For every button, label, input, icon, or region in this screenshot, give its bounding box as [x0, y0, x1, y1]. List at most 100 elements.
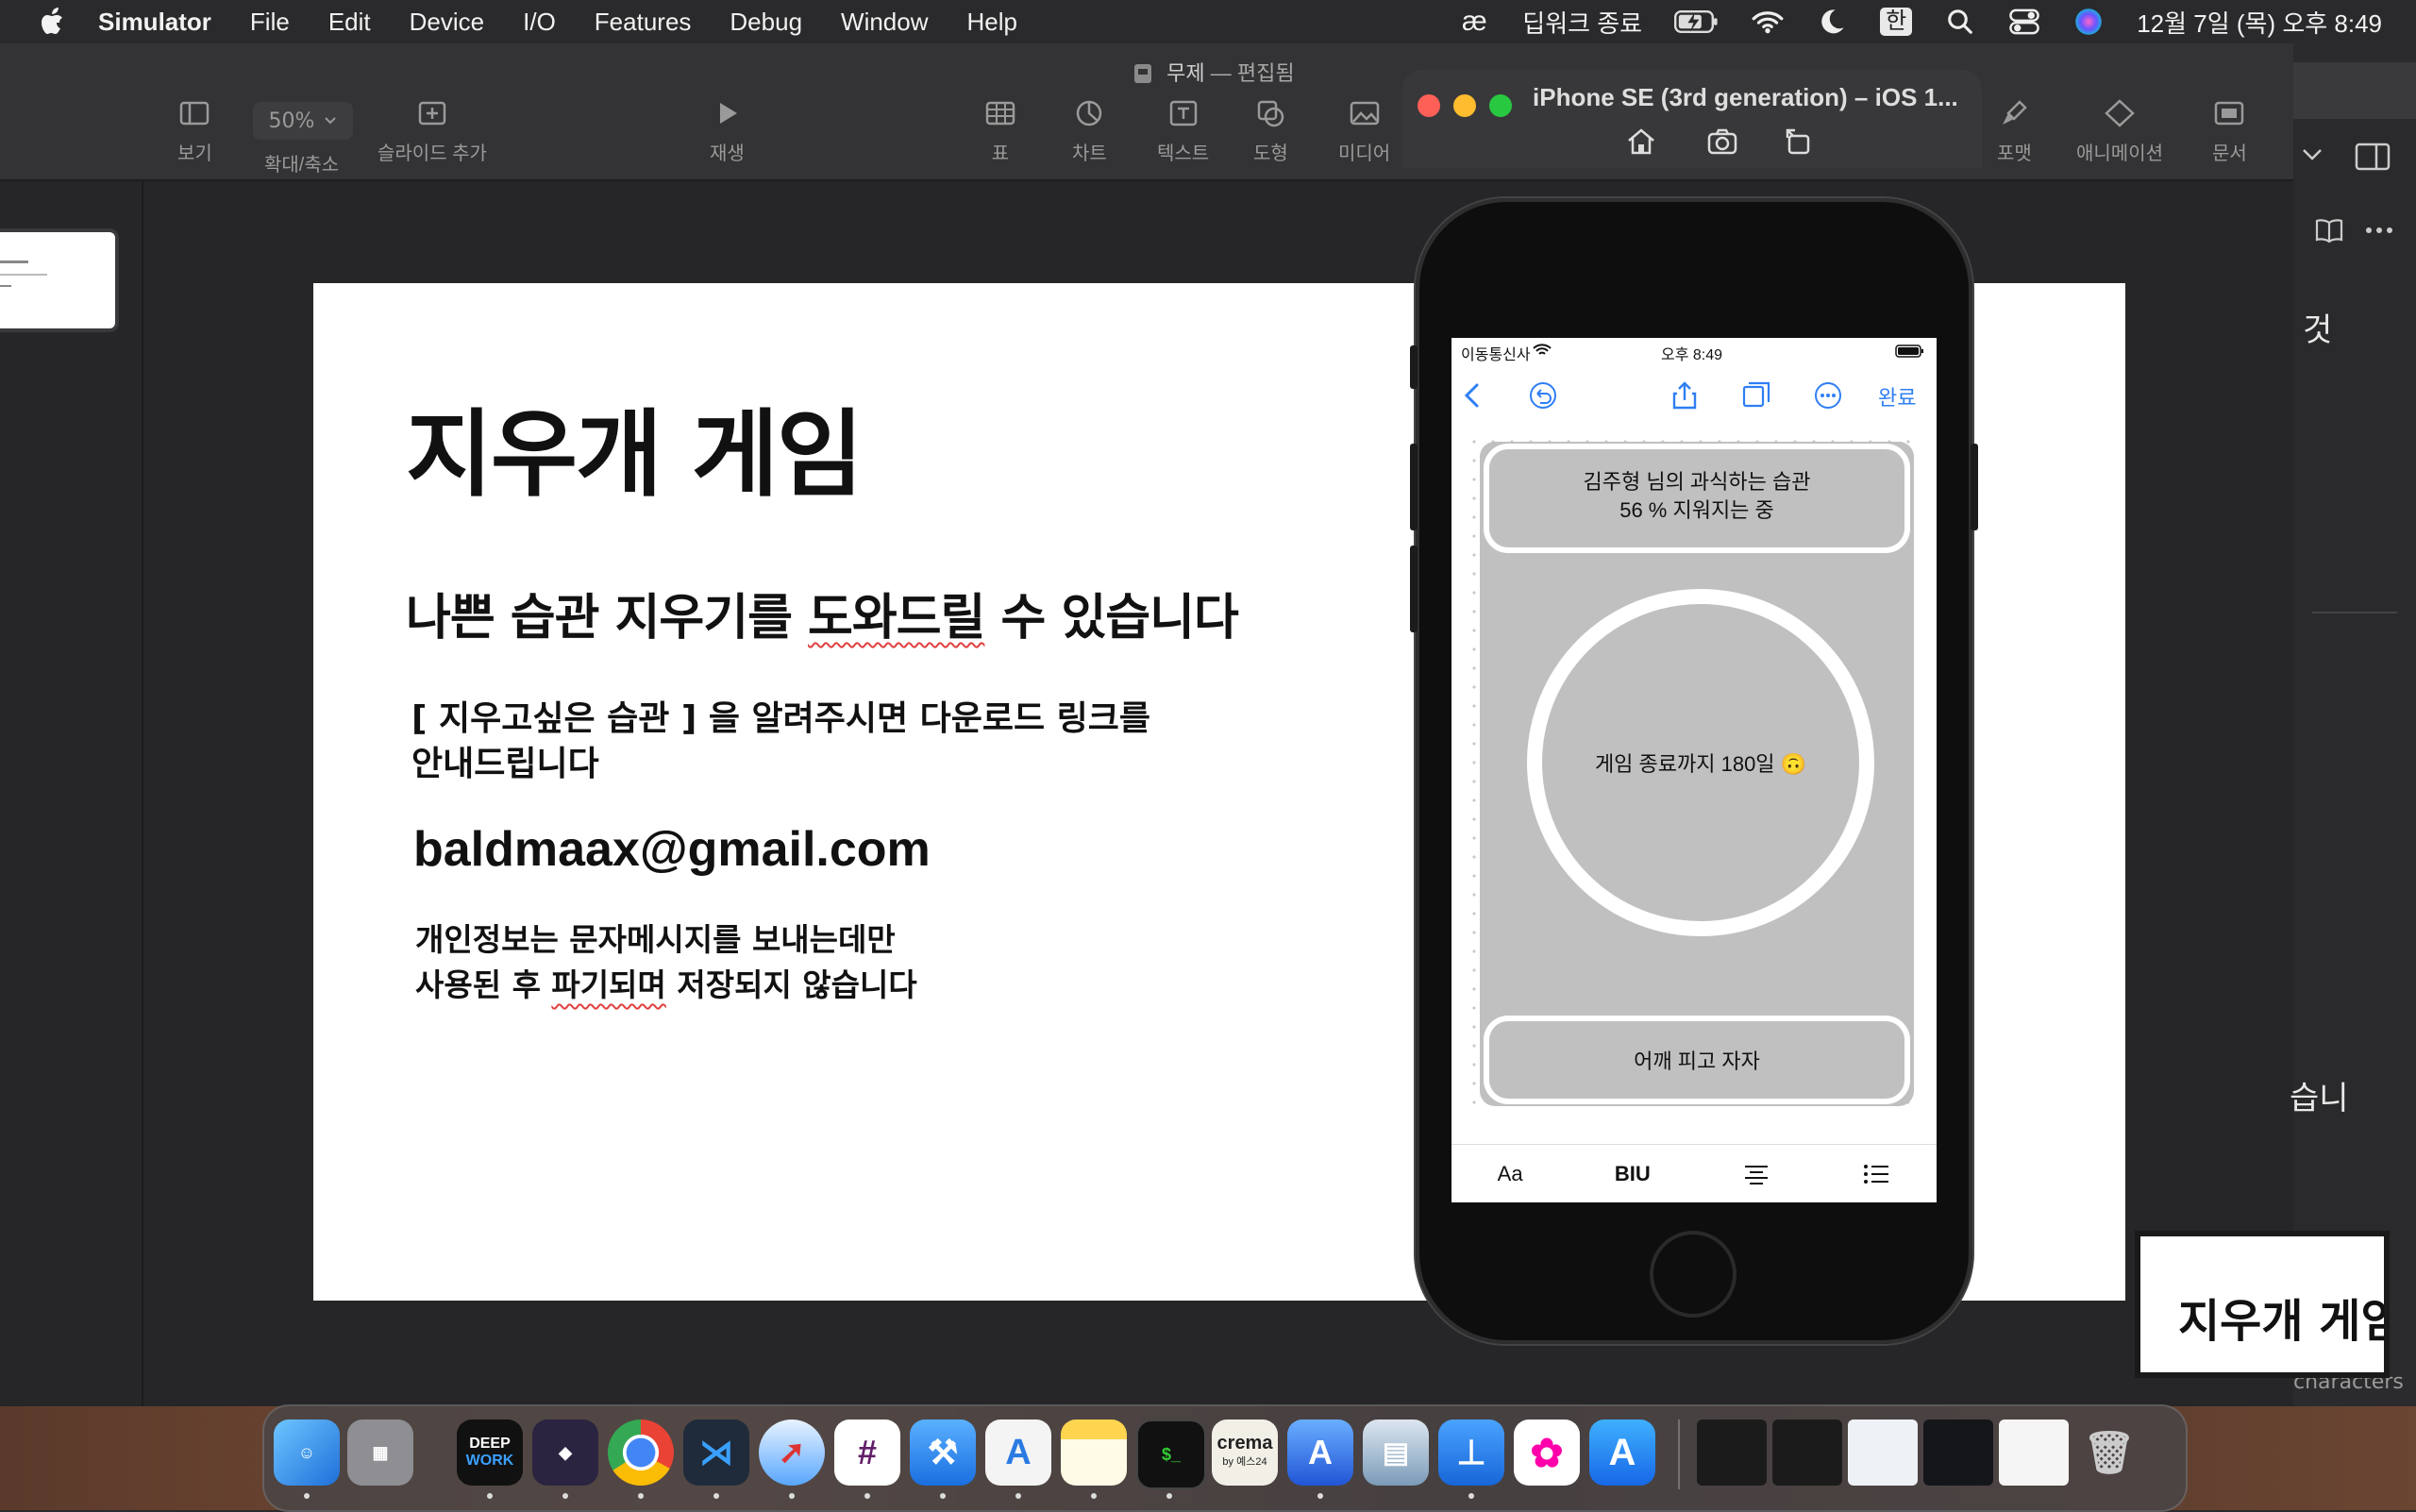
slide-subtitle[interactable]: 나쁜 습관 지우기를 도와드릴 수 있습니다 — [406, 578, 1239, 648]
rotate-device-icon[interactable] — [1782, 126, 1814, 157]
spelling-marked-word[interactable]: 도와드릴 — [808, 590, 985, 647]
document-inspector-icon — [2215, 101, 2244, 126]
keynote-icon[interactable]: ⊥ — [1438, 1420, 1504, 1486]
screenshot-camera-icon[interactable] — [1706, 126, 1738, 157]
battery-charging-icon[interactable] — [1674, 8, 1720, 36]
menu-file[interactable]: File — [250, 8, 290, 37]
wifi-icon[interactable] — [1752, 8, 1784, 36]
notes-app-icon[interactable] — [1061, 1420, 1127, 1486]
simulator-icon[interactable]: A — [1287, 1420, 1353, 1486]
home-button[interactable] — [1650, 1231, 1736, 1318]
format-button[interactable]: 포맷 — [1997, 98, 2032, 165]
preview-icon[interactable]: ▤ — [1363, 1420, 1429, 1486]
spelling-marked-word[interactable]: 파기되며 — [551, 966, 665, 1003]
power-button[interactable] — [1971, 444, 1978, 530]
deepwork-app-icon[interactable]: DEEP WORK — [457, 1420, 523, 1486]
back-chevron-icon[interactable] — [1457, 379, 1489, 412]
menu-help[interactable]: Help — [967, 8, 1017, 37]
countdown-circle[interactable]: 게임 종료까지 180일 🙃 — [1527, 589, 1874, 936]
app-store-icon[interactable]: A — [1589, 1420, 1655, 1486]
zoom-window-button[interactable] — [1489, 94, 1512, 117]
document-button[interactable]: 문서 — [2212, 98, 2247, 165]
animate-button[interactable]: 애니메이션 — [2076, 98, 2163, 165]
search-icon[interactable] — [1944, 8, 1976, 36]
obsidian-icon[interactable]: ◆ — [532, 1420, 598, 1486]
align-center-icon[interactable] — [1742, 1163, 1770, 1185]
instruments-icon[interactable]: A — [985, 1420, 1051, 1486]
more-icon[interactable] — [2365, 227, 2393, 234]
more-circle-icon[interactable] — [1812, 379, 1844, 412]
minimized-window-thumbnail[interactable] — [1999, 1420, 2069, 1486]
vscode-icon[interactable]: ⋊ — [683, 1420, 749, 1486]
bold-italic-underline-button[interactable]: BIU — [1615, 1162, 1651, 1186]
bullet-list-icon[interactable] — [1862, 1163, 1890, 1185]
menu-app-simulator[interactable]: Simulator — [98, 8, 211, 37]
menu-io[interactable]: I/O — [523, 8, 556, 37]
minimized-window-thumbnail[interactable] — [1772, 1420, 1842, 1486]
simulator-title: iPhone SE (3rd generation) – iOS 1... — [1533, 83, 1958, 111]
control-center-icon[interactable] — [2008, 8, 2040, 36]
crema-icon[interactable]: crema by 예스24 — [1212, 1420, 1278, 1486]
slide-privacy-note[interactable]: 개인정보는 문자메시지를 보내는데만 사용된 후 파기되며 저장되지 않습니다 — [415, 917, 917, 1008]
slide-email[interactable]: baldmaax@gmail.com — [413, 821, 931, 878]
zoom-select[interactable]: 50% — [253, 102, 353, 140]
shape-button[interactable]: 도형 — [1253, 98, 1288, 165]
habit-progress: 56 % 지워지는 중 — [1619, 498, 1774, 522]
document-name: 무제 — [1166, 61, 1205, 85]
shape-label: 도형 — [1253, 143, 1288, 164]
share-icon[interactable] — [1669, 379, 1701, 412]
sidebar-right-icon[interactable] — [2354, 142, 2391, 172]
close-window-button[interactable] — [1418, 94, 1440, 117]
undo-icon[interactable] — [1527, 379, 1559, 412]
minimized-window-thumbnail[interactable] — [1697, 1420, 1767, 1486]
apple-menu-icon[interactable] — [34, 3, 72, 41]
wifi-icon — [1533, 344, 1552, 355]
book-icon[interactable] — [2314, 217, 2344, 244]
menu-device[interactable]: Device — [410, 8, 484, 37]
finder-icon[interactable]: ☺ — [274, 1420, 340, 1486]
add-slide-button[interactable]: 슬라이드 추가 — [378, 98, 487, 165]
xcode-icon[interactable]: ⚒ — [910, 1420, 976, 1486]
menu-clock[interactable]: 12월 7일 (목) 오후 8:49 — [2137, 5, 2382, 40]
minimized-window-thumbnail[interactable] — [1848, 1420, 1918, 1486]
subtitle-text: 나쁜 습관 지우기를 — [406, 590, 809, 647]
menu-features[interactable]: Features — [595, 8, 692, 37]
gallery-icon[interactable] — [1740, 379, 1772, 412]
chevron-down-icon[interactable] — [2301, 147, 2324, 162]
photos-icon[interactable]: ✿ — [1514, 1420, 1580, 1486]
text-button[interactable]: 텍스트 — [1157, 98, 1209, 165]
deepwork-status[interactable]: 딥워크 종료 — [1522, 5, 1642, 40]
bottom-note-box[interactable]: 어깨 피고 자자 — [1484, 1016, 1910, 1104]
ae-ligature-icon[interactable]: æ — [1458, 6, 1490, 37]
launchpad-icon[interactable]: ▦ — [347, 1420, 413, 1486]
trash-icon[interactable]: 🗑 — [2076, 1420, 2142, 1486]
habit-status-box[interactable]: 김주형 님의 과식하는 습관 56 % 지워지는 중 — [1484, 444, 1910, 553]
volume-down-button[interactable] — [1410, 546, 1418, 632]
minimize-window-button[interactable] — [1453, 94, 1476, 117]
done-button[interactable]: 완료 — [1878, 381, 1916, 412]
safari-icon[interactable]: ➚ — [759, 1420, 825, 1486]
table-button[interactable]: 표 — [983, 98, 1017, 165]
volume-up-button[interactable] — [1410, 444, 1418, 530]
chart-button[interactable]: 차트 — [1072, 98, 1107, 165]
floating-slide-preview[interactable]: 지우개 게임 — [2135, 1231, 2390, 1378]
font-style-button[interactable]: Aa — [1498, 1162, 1523, 1186]
slide-title[interactable]: 지우개 게임 — [406, 378, 864, 514]
slide-thumbnail[interactable] — [0, 228, 119, 332]
input-source-indicator[interactable]: 한 — [1880, 8, 1913, 36]
play-button[interactable]: 재생 — [710, 98, 745, 165]
slide-body[interactable]: [ 지우고싶은 습관 ] 을 알려주시면 다운로드 링크를 안내드립니다 — [411, 697, 1150, 787]
slack-icon[interactable]: # — [834, 1420, 900, 1486]
chrome-icon[interactable] — [608, 1420, 674, 1486]
siri-icon[interactable] — [2072, 8, 2105, 36]
menu-debug[interactable]: Debug — [730, 8, 802, 37]
moon-icon[interactable] — [1816, 8, 1848, 36]
minimized-window-thumbnail[interactable] — [1923, 1420, 1993, 1486]
menu-edit[interactable]: Edit — [328, 8, 371, 37]
media-button[interactable]: 미디어 — [1338, 98, 1390, 165]
mute-switch[interactable] — [1410, 345, 1418, 389]
terminal-icon[interactable]: $_ — [1136, 1420, 1206, 1489]
menu-window[interactable]: Window — [841, 8, 928, 37]
home-icon[interactable] — [1625, 126, 1657, 157]
view-button[interactable]: 보기 — [177, 98, 212, 165]
